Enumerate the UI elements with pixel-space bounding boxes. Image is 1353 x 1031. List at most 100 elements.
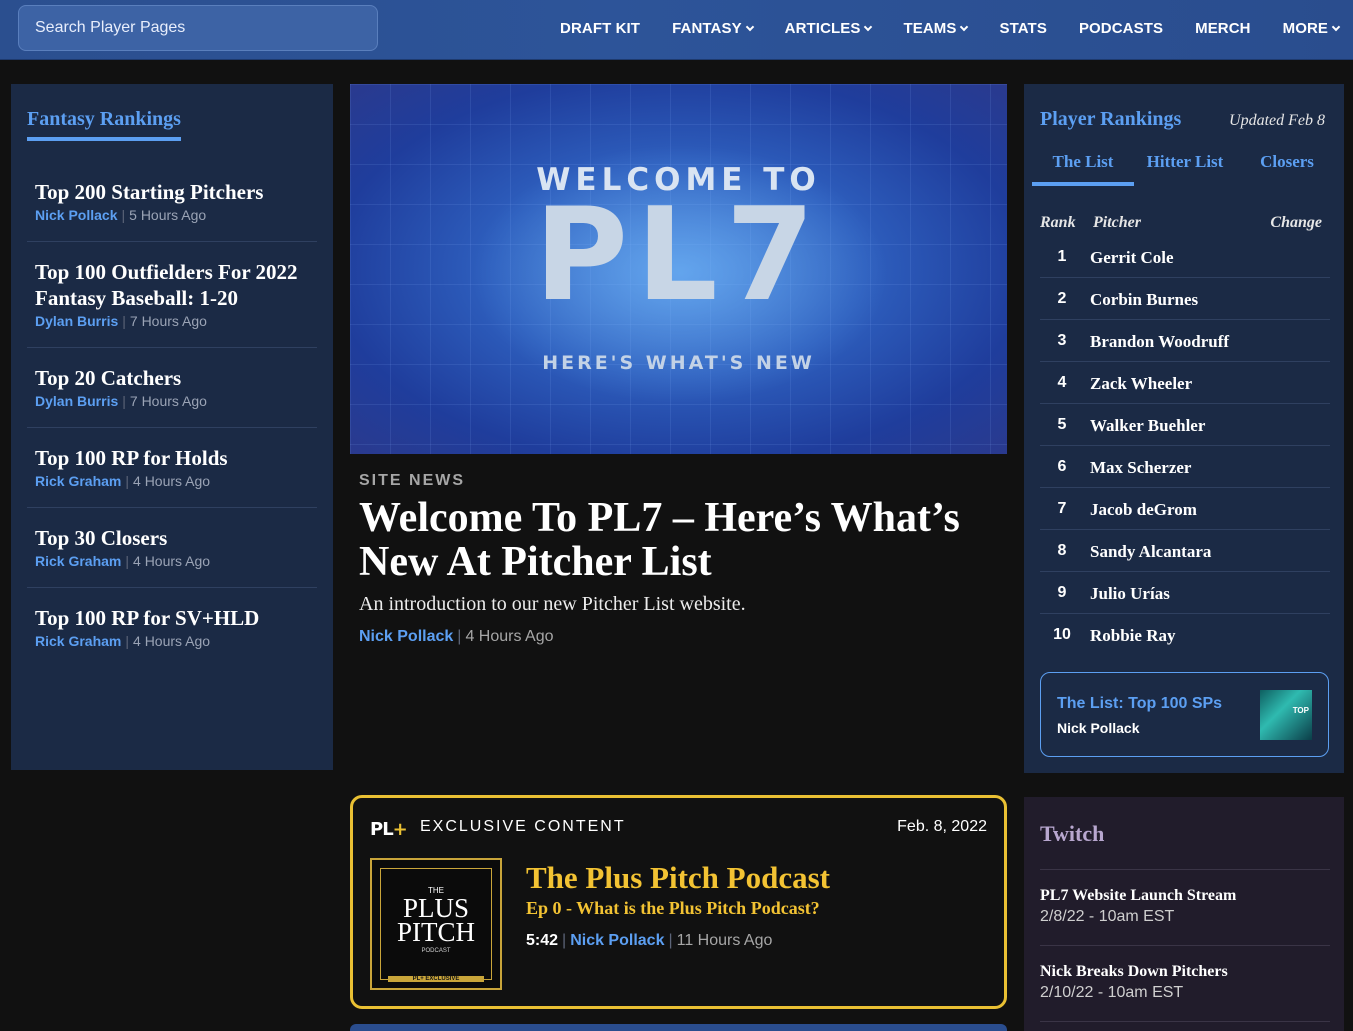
list-item[interactable]: Top 100 Outfielders For 2022 Fantasy Bas…: [27, 242, 317, 348]
card-author: Nick Pollack: [1057, 720, 1140, 736]
article-title[interactable]: Top 30 Closers: [35, 525, 309, 551]
nav-merch[interactable]: MERCH: [1195, 20, 1251, 37]
nav-draft-kit[interactable]: DRAFT KIT: [560, 20, 640, 37]
thumbnail-text: TOP: [1292, 706, 1309, 715]
tab-the-list[interactable]: The List: [1032, 152, 1134, 186]
author-link[interactable]: Rick Graham: [35, 633, 121, 649]
table-row[interactable]: 1 Gerrit Cole: [1040, 236, 1330, 278]
table-row[interactable]: 4 Zack Wheeler: [1040, 362, 1330, 404]
author-link[interactable]: Nick Pollack: [359, 628, 453, 645]
player-name[interactable]: Walker Buehler: [1090, 416, 1205, 436]
pl7-logo: PL7: [534, 181, 823, 330]
table-row[interactable]: 10 Robbie Ray: [1040, 614, 1330, 656]
card-thumbnail: TOP: [1260, 690, 1312, 740]
article-meta: Rick Graham | 4 Hours Ago: [35, 633, 211, 649]
player-name[interactable]: Jacob deGrom: [1090, 500, 1197, 520]
exclusive-label: EXCLUSIVE CONTENT: [420, 818, 626, 835]
list-item[interactable]: Top 30 Closers Rick Graham | 4 Hours Ago: [27, 508, 317, 588]
article-category[interactable]: SITE NEWS: [359, 472, 465, 490]
nav-stats[interactable]: STATS: [999, 20, 1046, 37]
player-name[interactable]: Zack Wheeler: [1090, 374, 1192, 394]
list-item[interactable]: Nick Breaks Down Pitchers 2/10/22 - 10am…: [1040, 946, 1330, 1022]
rank-number: 9: [1057, 584, 1067, 601]
author-link[interactable]: Nick Pollack: [35, 207, 118, 223]
player-name[interactable]: Max Scherzer: [1090, 458, 1191, 478]
list-item[interactable]: Top 100 RP for Holds Rick Graham | 4 Hours…: [27, 428, 317, 508]
author-link[interactable]: Rick Graham: [35, 473, 121, 489]
fantasy-rankings-title[interactable]: Fantasy Rankings: [27, 108, 181, 141]
author-link[interactable]: Dylan Burris: [35, 393, 118, 409]
player-rankings-title[interactable]: Player Rankings: [1040, 108, 1181, 131]
next-card-edge: [350, 1024, 1007, 1031]
player-name[interactable]: Sandy Alcantara: [1090, 542, 1211, 562]
podcast-title[interactable]: The Plus Pitch Podcast: [526, 860, 830, 896]
exclusive-content-card[interactable]: PL+ EXCLUSIVE CONTENT Feb. 8, 2022 THE P…: [350, 795, 1007, 1009]
hero-image[interactable]: WELCOME TO PL7 HERE'S WHAT'S NEW: [350, 84, 1007, 454]
article-title[interactable]: Top 100 RP for SV+HLD: [35, 605, 309, 631]
nav-more[interactable]: MORE: [1283, 20, 1341, 37]
nav-teams[interactable]: TEAMS: [903, 20, 969, 37]
list-item[interactable]: Top 20 Catchers Dylan Burris | 7 Hours Ago: [27, 348, 317, 428]
article-meta: Dylan Burris | 7 Hours Ago: [35, 393, 207, 409]
timestamp: 4 Hours Ago: [465, 628, 554, 645]
article-title[interactable]: Top 200 Starting Pitchers: [35, 179, 309, 205]
player-rankings-panel: Player Rankings Updated Feb 8 The List H…: [1024, 84, 1344, 773]
table-row[interactable]: 5 Walker Buehler: [1040, 404, 1330, 446]
table-row[interactable]: 9 Julio Urías: [1040, 572, 1330, 614]
article-title[interactable]: Top 100 Outfielders For 2022 Fantasy Bas…: [35, 259, 309, 311]
hero-article-title[interactable]: Welcome To PL7 – Here’s What’s New At Pi…: [359, 496, 999, 584]
author-link[interactable]: Dylan Burris: [35, 313, 118, 329]
player-name[interactable]: Corbin Burnes: [1090, 290, 1198, 310]
table-row[interactable]: 7 Jacob deGrom: [1040, 488, 1330, 530]
column-change: Change: [1270, 214, 1322, 231]
player-name[interactable]: Brandon Woodruff: [1090, 332, 1229, 352]
list-item[interactable]: Top 200 Starting Pitchers Nick Pollack | 5…: [27, 162, 317, 242]
podcast-episode[interactable]: Ep 0 - What is the Plus Pitch Podcast?: [526, 898, 820, 919]
timestamp: 4 Hours Ago: [133, 473, 211, 489]
column-pitcher: Pitcher: [1093, 214, 1141, 231]
rank-number: 4: [1057, 374, 1067, 391]
main-nav: DRAFT KIT FANTASY ARTICLES TEAMS STATS P…: [560, 0, 1341, 56]
stream-title[interactable]: Nick Breaks Down Pitchers: [1040, 963, 1330, 981]
twitch-title[interactable]: Twitch: [1040, 821, 1104, 847]
stream-title[interactable]: PL7 Website Launch Stream: [1040, 887, 1330, 905]
chevron-down-icon: [960, 22, 969, 31]
author-link[interactable]: Rick Graham: [35, 553, 121, 569]
rank-number: 5: [1057, 416, 1067, 433]
hero-image-subtitle: HERE'S WHAT'S NEW: [542, 352, 815, 374]
top-100-sp-card[interactable]: The List: Top 100 SPs Nick Pollack TOP: [1040, 672, 1329, 757]
timestamp: 4 Hours Ago: [133, 553, 211, 569]
rank-number: 7: [1057, 500, 1067, 517]
table-row[interactable]: 8 Sandy Alcantara: [1040, 530, 1330, 572]
podcast-cover-art[interactable]: THE PLUS PITCH PODCAST PL+ EXCLUSIVE: [370, 858, 502, 990]
tab-hitter-list[interactable]: Hitter List: [1134, 152, 1236, 186]
nav-fantasy[interactable]: FANTASY: [672, 20, 754, 37]
timestamp: 7 Hours Ago: [129, 313, 207, 329]
author-link[interactable]: Nick Pollack: [570, 932, 664, 949]
article-title[interactable]: Top 100 RP for Holds: [35, 445, 309, 471]
player-name[interactable]: Julio Urías: [1090, 584, 1170, 604]
timestamp: 4 Hours Ago: [133, 633, 211, 649]
table-row[interactable]: 2 Corbin Burnes: [1040, 278, 1330, 320]
rankings-table: 1 Gerrit Cole 2 Corbin Burnes 3 Brandon Woo…: [1040, 236, 1330, 656]
nav-articles[interactable]: ARTICLES: [785, 20, 873, 37]
article-meta: Rick Graham | 4 Hours Ago: [35, 473, 211, 489]
card-title[interactable]: The List: Top 100 SPs: [1057, 695, 1222, 713]
cover-art-podcast: PODCAST: [421, 948, 451, 954]
player-name[interactable]: Gerrit Cole: [1090, 248, 1174, 268]
pl-plus-logo: PL+: [370, 819, 408, 840]
search-input[interactable]: [18, 5, 378, 51]
tab-closers[interactable]: Closers: [1236, 152, 1338, 186]
list-item[interactable]: PL7 Website Launch Stream 2/8/22 - 10am …: [1040, 870, 1330, 946]
table-row[interactable]: 6 Max Scherzer: [1040, 446, 1330, 488]
fantasy-rankings-panel: Fantasy Rankings Top 200 Starting Pitche…: [11, 84, 333, 770]
player-name[interactable]: Robbie Ray: [1090, 626, 1175, 646]
list-item[interactable]: Top 100 RP for SV+HLD Rick Graham | 4 Hour…: [27, 588, 317, 667]
rank-number: 1: [1057, 248, 1067, 265]
article-title[interactable]: Top 20 Catchers: [35, 365, 309, 391]
rank-number: 6: [1057, 458, 1067, 475]
timestamp: 7 Hours Ago: [129, 393, 207, 409]
table-row[interactable]: 3 Brandon Woodruff: [1040, 320, 1330, 362]
nav-podcasts[interactable]: PODCASTS: [1079, 20, 1163, 37]
article-meta: Rick Graham | 4 Hours Ago: [35, 553, 211, 569]
